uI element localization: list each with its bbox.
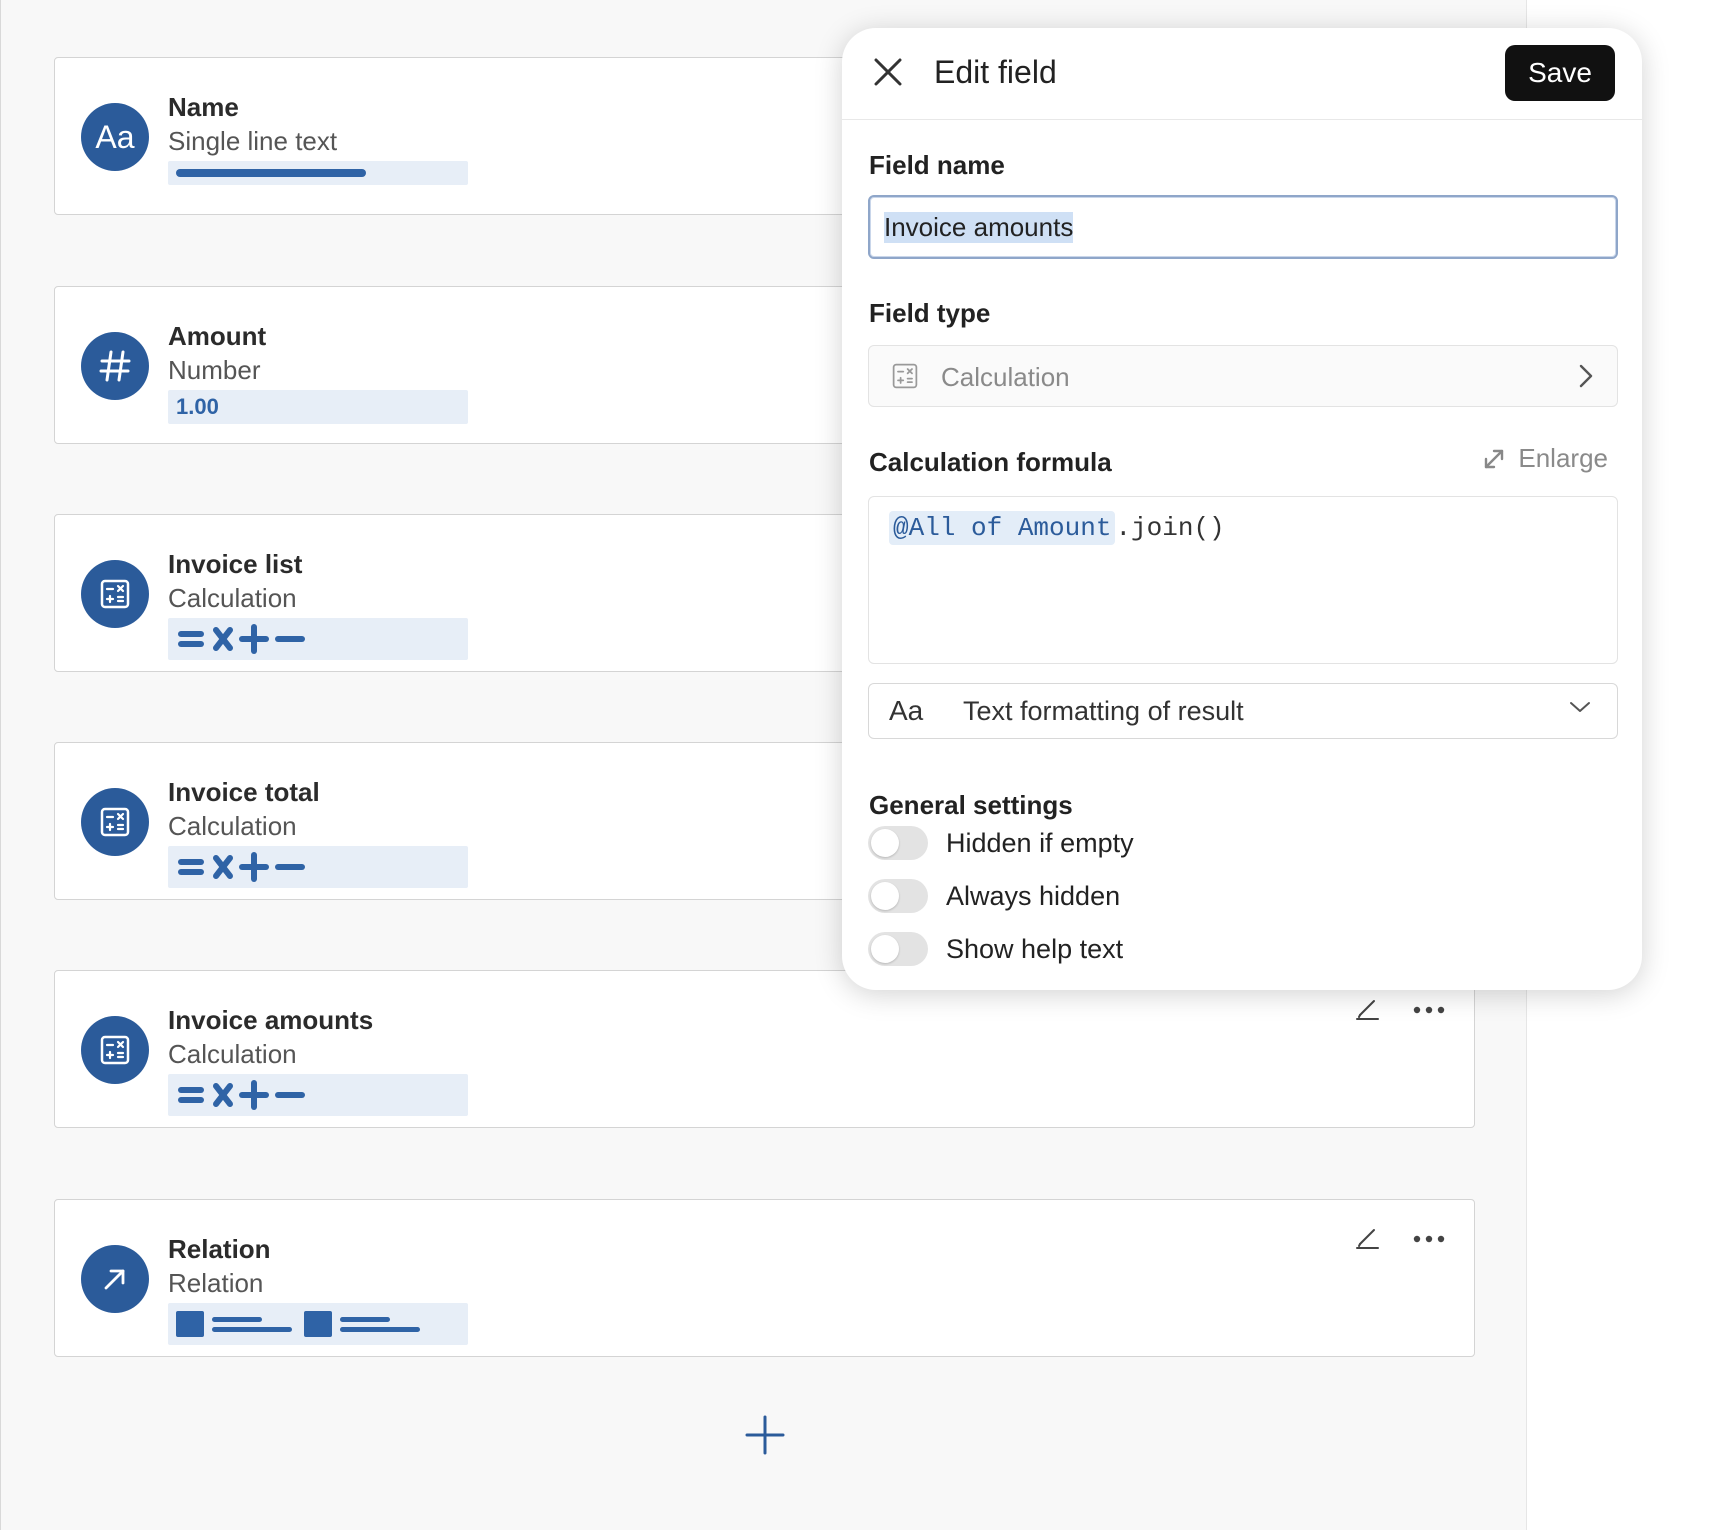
field-title: Amount [168,321,267,351]
field-type-select[interactable]: Calculation [868,345,1618,407]
field-preview [168,846,468,888]
field-preview: 1.00 [168,390,468,424]
field-name-input[interactable]: Invoice amounts [868,195,1618,259]
field-type: Calculation [168,811,297,841]
general-settings-label: General settings [869,790,1073,820]
field-title: Name [168,92,239,122]
toggle-label: Hidden if empty [946,827,1134,858]
field-type: Relation [168,1268,264,1298]
formula-token: @All of Amount [889,511,1116,545]
toggle-knob [871,882,899,910]
toggle-row-hidden-if-empty: Hidden if empty [868,826,1134,860]
relation-preview-icons [176,1311,420,1337]
field-type-value: Calculation [941,362,1070,392]
field-name-label: Field name [869,150,1005,180]
enlarge-label: Enlarge [1518,443,1608,473]
add-field-button[interactable] [742,1412,788,1458]
toggle-label: Always hidden [946,880,1121,911]
text-format-select[interactable]: Aa Text formatting of result [868,683,1618,739]
calc-preview-icons [178,1080,305,1110]
number-preview: 1.00 [176,394,219,419]
show-help-text-toggle[interactable] [868,932,928,966]
panel-title: Edit field [934,54,1057,90]
more-icon[interactable] [1412,1222,1446,1256]
text-icon-glyph: Aa [95,118,135,155]
calculator-icon [892,363,918,389]
field-type-label: Field type [869,298,991,328]
field-title: Invoice amounts [168,1005,374,1035]
toggle-label: Show help text [946,933,1124,964]
field-type: Calculation [168,1039,297,1069]
calculator-icon [81,788,149,856]
plus-icon [745,1415,785,1455]
close-icon [874,58,902,86]
field-card-invoice-amounts[interactable]: Invoice amounts Calculation [54,970,1475,1128]
toggle-knob [871,829,899,857]
field-preview [168,1303,468,1345]
text-preview-line [176,169,366,177]
calc-preview-icons [178,624,305,654]
formula-label: Calculation formula [869,447,1112,477]
toggle-row-always-hidden: Always hidden [868,879,1120,913]
card-actions [1350,993,1446,1027]
calc-preview-icons [178,852,305,882]
edit-icon[interactable] [1350,993,1384,1027]
save-button[interactable]: Save [1505,45,1615,101]
expand-icon [1485,449,1504,468]
field-preview [168,618,468,660]
toggle-row-show-help-text: Show help text [868,932,1123,966]
card-actions [1350,1222,1446,1256]
text-icon: Aa [81,103,149,171]
chevron-right-icon [1579,364,1593,388]
field-name-value: Invoice amounts [884,211,1074,243]
hash-icon [81,332,149,400]
toggle-knob [871,935,899,963]
edit-field-panel: Edit field Save Field name Invoice amoun… [842,28,1642,990]
field-type: Calculation [168,583,297,613]
text-format-icon: Aa [889,695,924,726]
panel-header: Edit field Save [842,28,1642,120]
chevron-down-icon [1570,702,1590,712]
always-hidden-toggle[interactable] [868,879,928,913]
field-preview [168,161,468,185]
formula-editor[interactable]: @All of Amount .join() [868,496,1618,664]
field-preview [168,1074,468,1116]
field-title: Invoice list [168,549,303,579]
left-edge-divider [0,0,1,1530]
calculator-icon [81,560,149,628]
enlarge-button[interactable]: Enlarge [1482,443,1608,474]
field-title: Relation [168,1234,271,1264]
text-format-value: Text formatting of result [963,696,1244,726]
field-type: Single line text [168,126,338,156]
more-icon[interactable] [1412,993,1446,1027]
formula-text: .join() [1115,513,1225,543]
field-type: Number [168,355,261,385]
calculator-icon [81,1016,149,1084]
field-card-relation[interactable]: Relation Relation [54,1199,1475,1357]
arrow-up-right-icon [81,1245,149,1313]
field-title: Invoice total [168,777,320,807]
edit-icon[interactable] [1350,1222,1384,1256]
close-button[interactable] [870,54,906,90]
hidden-if-empty-toggle[interactable] [868,826,928,860]
